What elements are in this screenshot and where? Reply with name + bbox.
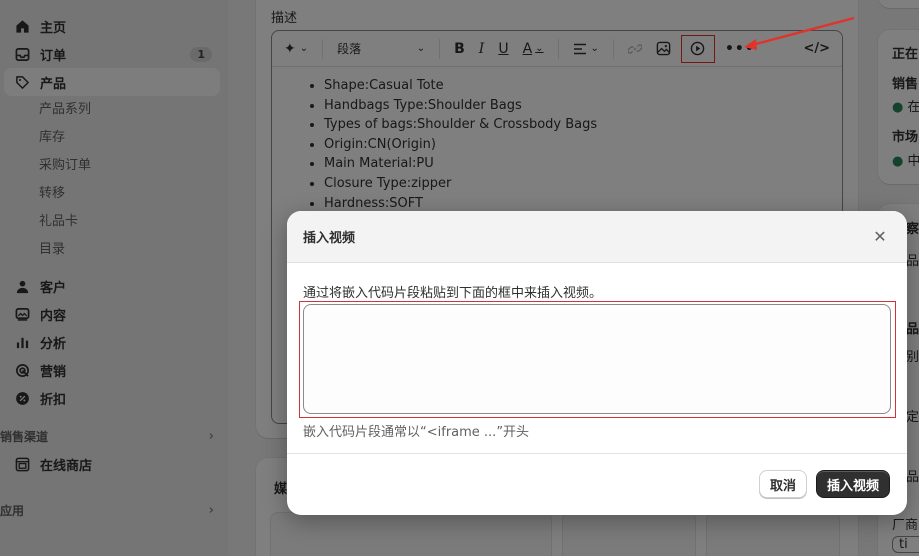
dialog-body: 通过将嵌入代码片段粘贴到下面的框中来插入视频。 嵌入代码片段通常以“<ifram…	[287, 263, 907, 454]
close-icon[interactable]: ✕	[869, 226, 891, 248]
insert-video-button[interactable]: 插入视频	[815, 470, 890, 498]
dialog-title: 插入视频	[303, 231, 356, 246]
dialog-instructions: 通过将嵌入代码片段粘贴到下面的框中来插入视频。	[303, 286, 603, 301]
dialog-footer: 取消 插入视频	[287, 454, 907, 514]
annotation-arrow	[744, 16, 855, 50]
dialog-header: 插入视频 ✕	[287, 211, 907, 263]
embed-code-textarea[interactable]	[303, 304, 891, 414]
annotation-highlight-box	[299, 301, 896, 418]
cancel-button[interactable]: 取消	[758, 470, 807, 498]
dialog-help-text: 嵌入代码片段通常以“<iframe ...”开头	[303, 425, 530, 440]
insert-video-dialog: 插入视频 ✕ 通过将嵌入代码片段粘贴到下面的框中来插入视频。 嵌入代码片段通常以…	[287, 211, 907, 515]
